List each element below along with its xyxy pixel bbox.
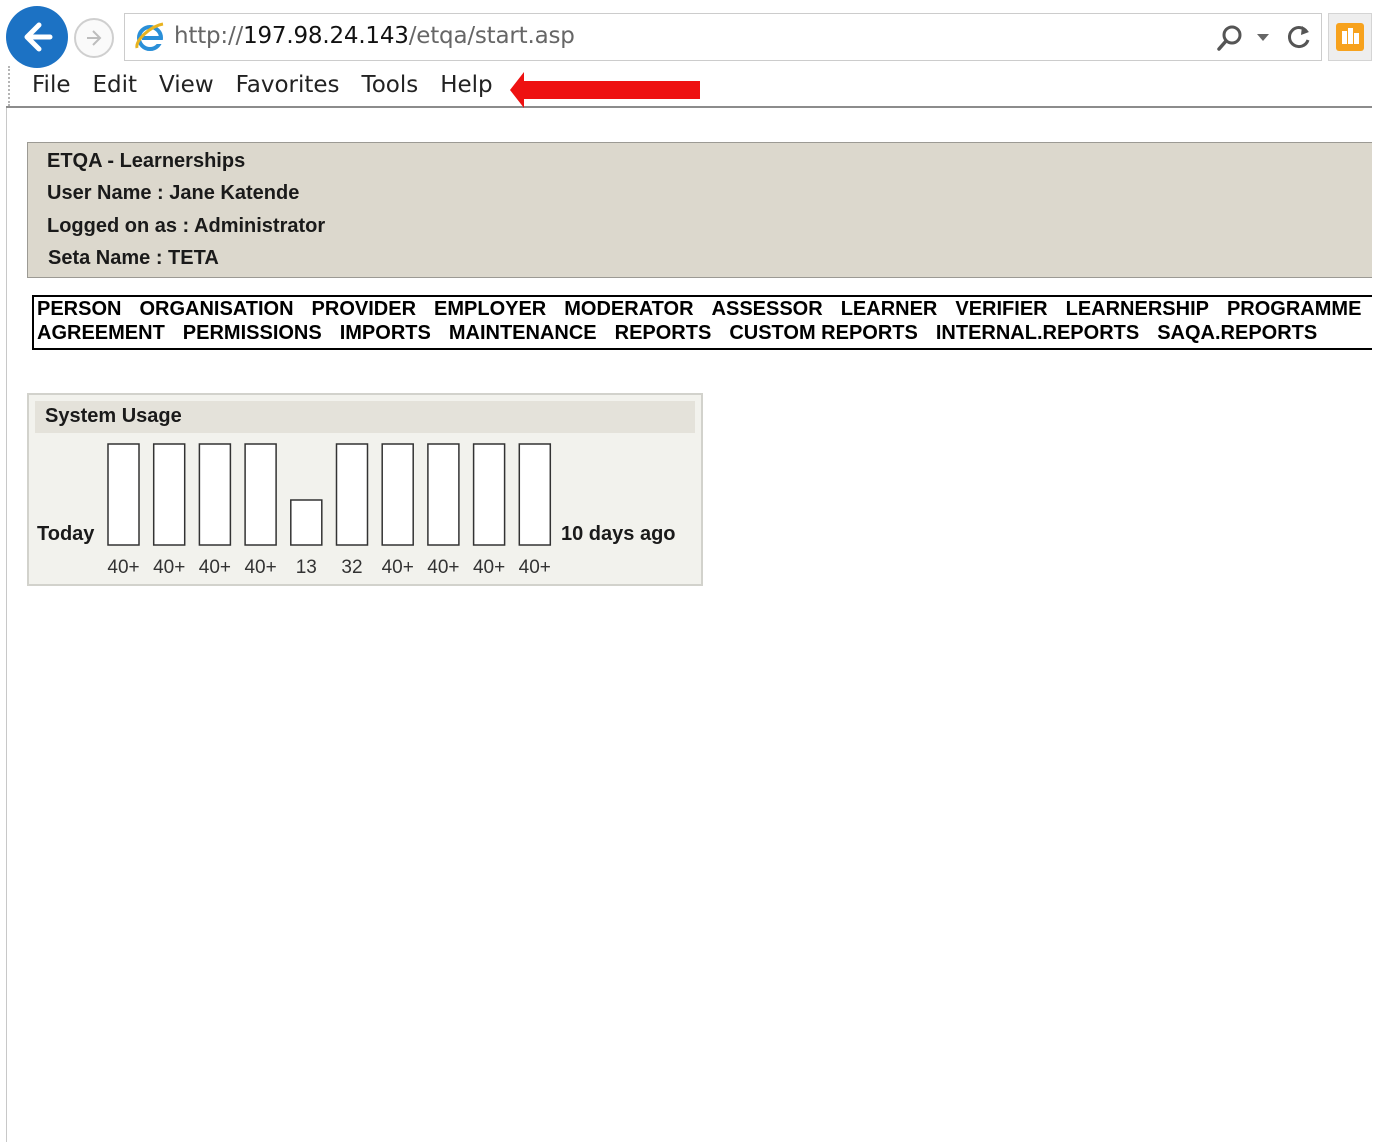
nav-learnership[interactable]: LEARNERSHIP <box>1066 298 1209 321</box>
nav-verifier[interactable]: VERIFIER <box>955 298 1047 321</box>
usage-bar-label: 40+ <box>519 557 551 578</box>
search-icon[interactable] <box>1215 23 1245 53</box>
page-left-border <box>6 108 7 1142</box>
red-arrow-annotation <box>510 72 700 108</box>
main-navigation: PERSON ORGANISATION PROVIDER EMPLOYER MO… <box>32 295 1372 350</box>
nav-permissions[interactable]: PERMISSIONS <box>183 322 322 345</box>
logged-on-as-label: Logged on as : Administrator <box>47 215 326 237</box>
address-bar[interactable]: http://197.98.24.143/etqa/start.asp <box>124 13 1322 61</box>
usage-bar <box>518 443 552 546</box>
usage-bar-chart: 40+ 40+ 40+ 40+ 13 32 40+ 40+ 40+ 40+ <box>107 443 552 578</box>
nav-programme[interactable]: PROGRAMME <box>1227 298 1361 321</box>
nav-imports[interactable]: IMPORTS <box>340 322 431 345</box>
nav-internal-reports[interactable]: INTERNAL.REPORTS <box>936 322 1139 345</box>
nav-row-1: PERSON ORGANISATION PROVIDER EMPLOYER MO… <box>37 298 1372 321</box>
refresh-icon[interactable] <box>1285 23 1313 51</box>
url-text[interactable]: http://197.98.24.143/etqa/start.asp <box>174 23 575 49</box>
nav-custom-reports[interactable]: CUSTOM REPORTS <box>729 322 918 345</box>
url-path: /etqa/start.asp <box>408 23 575 49</box>
forward-button[interactable] <box>74 18 114 58</box>
forward-arrow-icon <box>87 30 102 46</box>
nav-employer[interactable]: EMPLOYER <box>434 298 546 321</box>
menu-items: File Edit View Favorites Tools Help <box>32 72 515 98</box>
user-info-panel: ETQA - Learnerships User Name : Jane Kat… <box>27 142 1372 278</box>
nav-organisation[interactable]: ORGANISATION <box>139 298 293 321</box>
usage-bar-label: 40+ <box>199 557 231 578</box>
url-host: 197.98.24.143 <box>243 23 409 49</box>
usage-bar <box>198 443 232 546</box>
usage-bar <box>335 443 369 546</box>
nav-saqa-reports[interactable]: SAQA.REPORTS <box>1157 322 1317 345</box>
menu-help[interactable]: Help <box>440 72 492 98</box>
usage-bar <box>472 443 506 546</box>
usage-bar <box>152 443 186 546</box>
internet-explorer-icon <box>135 22 164 51</box>
usage-bar-label: 40+ <box>427 557 459 578</box>
menu-view[interactable]: View <box>159 72 214 98</box>
usage-bar <box>244 443 277 546</box>
usage-bar-label: 32 <box>341 557 362 578</box>
nav-learner[interactable]: LEARNER <box>841 298 938 321</box>
usage-bar <box>427 443 460 546</box>
nav-agreement[interactable]: AGREEMENT <box>37 322 165 345</box>
nav-row-2: AGREEMENT PERMISSIONS IMPORTS MAINTENANC… <box>37 322 1335 345</box>
usage-bar <box>290 499 323 546</box>
seta-name-label: Seta Name : TETA <box>48 247 219 269</box>
menu-tools[interactable]: Tools <box>362 72 419 98</box>
menu-edit[interactable]: Edit <box>93 72 138 98</box>
usage-bar <box>381 443 414 546</box>
usage-bar-label: 40+ <box>244 557 276 578</box>
app-extension-button[interactable] <box>1328 13 1372 61</box>
usage-bar-label: 40+ <box>107 557 139 578</box>
nav-maintenance[interactable]: MAINTENANCE <box>449 322 597 345</box>
menu-file[interactable]: File <box>32 72 71 98</box>
usage-bar-label: 13 <box>296 557 317 578</box>
usage-bar-label: 40+ <box>473 557 505 578</box>
nav-provider[interactable]: PROVIDER <box>312 298 416 321</box>
url-prefix: http:// <box>174 23 244 49</box>
nav-person[interactable]: PERSON <box>37 298 121 321</box>
chevron-down-icon[interactable] <box>1257 34 1269 42</box>
app-extension-icon <box>1336 23 1364 51</box>
nav-reports[interactable]: REPORTS <box>615 322 712 345</box>
usage-bar-label: 40+ <box>382 557 414 578</box>
nav-assessor[interactable]: ASSESSOR <box>712 298 823 321</box>
back-arrow-icon <box>24 22 53 52</box>
usage-bar <box>107 443 140 546</box>
usage-bar-label: 40+ <box>153 557 185 578</box>
app-title: ETQA - Learnerships <box>47 150 246 172</box>
nav-moderator[interactable]: MODERATOR <box>564 298 693 321</box>
user-name-label: User Name : Jane Katende <box>47 182 300 204</box>
back-button[interactable] <box>6 6 68 68</box>
system-usage-panel: System Usage Today 10 days ago 40+ 40+ 40+… <box>27 393 703 586</box>
menu-favorites[interactable]: Favorites <box>236 72 340 98</box>
